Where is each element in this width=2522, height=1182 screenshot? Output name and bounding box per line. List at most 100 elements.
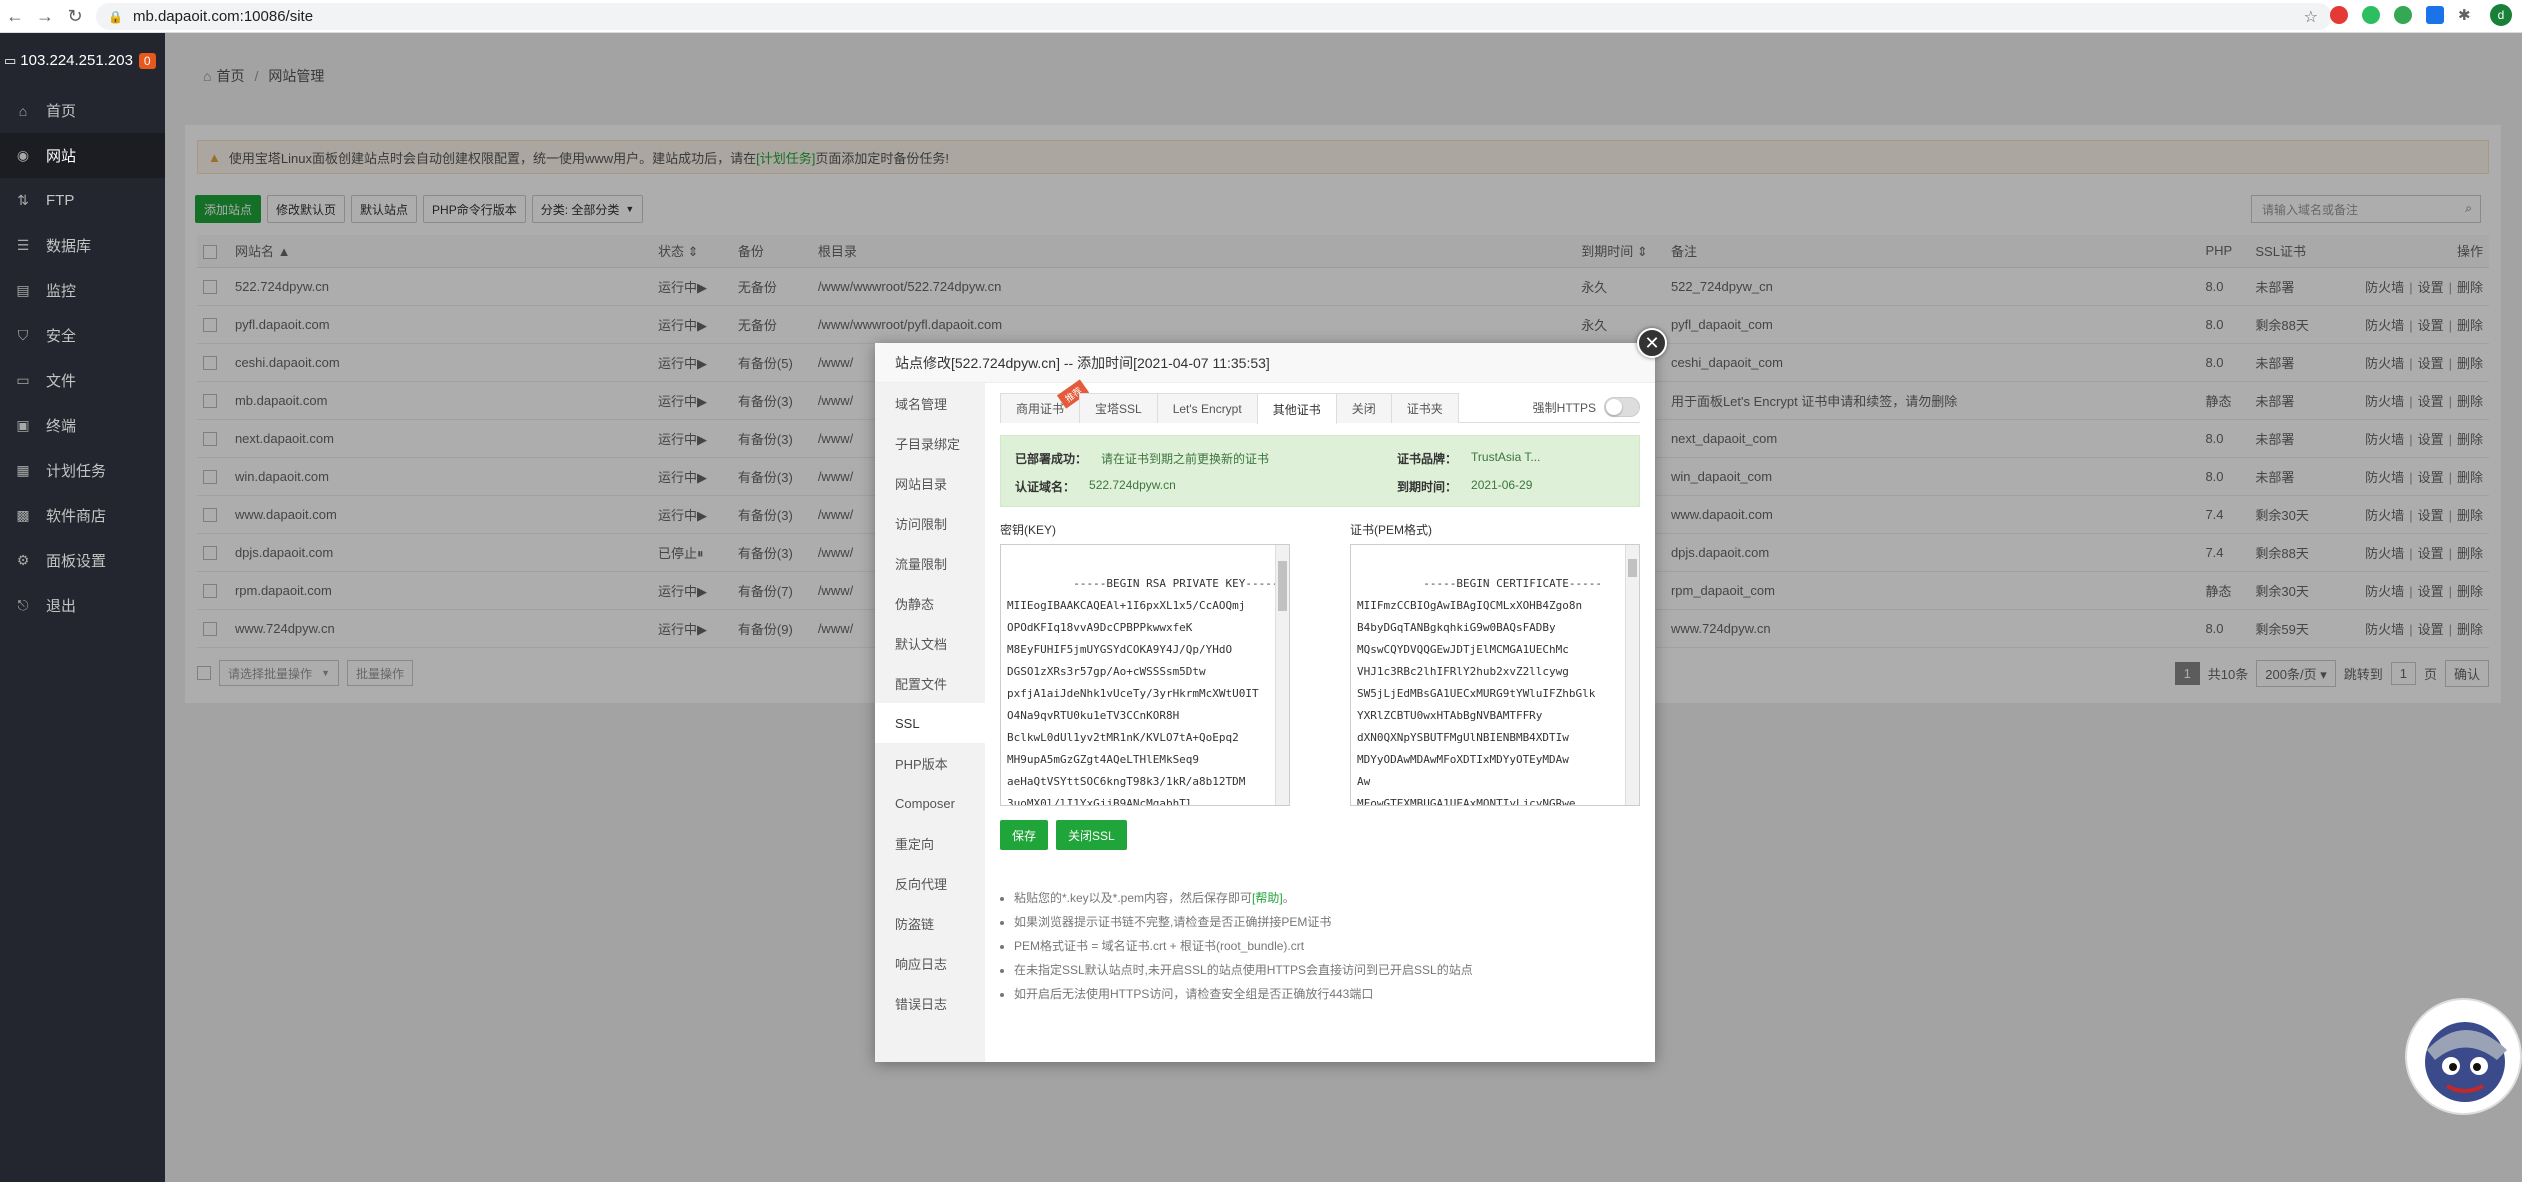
- sidebar-item-label: 网站: [46, 148, 77, 165]
- notification-badge[interactable]: 0: [138, 52, 156, 69]
- modal-nav-item-1[interactable]: 子目录绑定: [875, 423, 985, 463]
- cert-column: 证书(PEM格式) -----BEGIN CERTIFICATE----- MI…: [1350, 521, 1640, 806]
- ftp-icon: ⇅: [17, 192, 29, 208]
- scroll-thumb[interactable]: [1628, 559, 1637, 577]
- modal-nav-item-8[interactable]: SSL: [875, 703, 985, 743]
- ext-red-icon[interactable]: [2330, 6, 2348, 24]
- modal-title: 站点修改[522.724dpyw.cn] -- 添加时间[2021-04-07 …: [875, 343, 1655, 383]
- ssl-tab-label: 宝塔SSL: [1095, 402, 1142, 416]
- ssl-panel: 商用证书 推荐 宝塔SSL Let's Encrypt 其他证书 关闭 证书夹 强制HTTP…: [1000, 379, 1640, 1006]
- modal-nav: 域名管理 子目录绑定 网站目录 访问限制 流量限制 伪静态 默认文档 配置文件 SSL PHP版本…: [875, 383, 985, 1062]
- extensions-puzzle-icon[interactable]: ✱: [2458, 6, 2476, 24]
- modal-nav-item-13[interactable]: 防盗链: [875, 903, 985, 943]
- sidebar-item-label: FTP: [46, 192, 75, 209]
- modal-nav-item-7[interactable]: 配置文件: [875, 663, 985, 703]
- modal-nav-item-3[interactable]: 访问限制: [875, 503, 985, 543]
- deploy-status-label: 已部署成功：: [1015, 452, 1088, 466]
- modal-nav-item-2[interactable]: 网站目录: [875, 463, 985, 503]
- force-https-toggle[interactable]: [1604, 397, 1640, 417]
- sidebar-item-5[interactable]: ⛉ 安全: [0, 313, 165, 358]
- ssl-tabs: 商用证书 推荐 宝塔SSL Let's Encrypt 其他证书 关闭 证书夹 强制HTTP…: [1000, 379, 1640, 424]
- sidebar-item-0[interactable]: ⌂ 首页: [0, 88, 165, 133]
- ssl-tab-label: 证书夹: [1406, 402, 1443, 416]
- status-row-4: 到期时间： 2021-06-29: [1397, 478, 1532, 495]
- tip-item: 如果浏览器提示证书链不完整,请检查是否正确拼接PEM证书: [1014, 910, 1640, 934]
- ssl-tab-2[interactable]: Let's Encrypt: [1156, 393, 1258, 423]
- modal-nav-item-12[interactable]: 反向代理: [875, 863, 985, 903]
- reload-icon[interactable]: ↻: [60, 1, 90, 31]
- sidebar-item-7[interactable]: ▣ 终端: [0, 403, 165, 448]
- modal-nav-item-10[interactable]: Composer: [875, 783, 985, 823]
- modal-nav-item-5[interactable]: 伪静态: [875, 583, 985, 623]
- terminal-icon: ▣: [16, 417, 30, 433]
- sidebar-item-2[interactable]: ⇅ FTP: [0, 178, 165, 223]
- ssl-tab-5[interactable]: 证书夹: [1390, 393, 1459, 423]
- back-icon[interactable]: ←: [0, 1, 30, 31]
- sidebar-item-label: 软件商店: [46, 508, 107, 525]
- ssl-tab-3[interactable]: 其他证书: [1256, 393, 1337, 424]
- certificate-text: -----BEGIN CERTIFICATE----- MIIFmzCCBIOg…: [1357, 577, 1603, 806]
- bookmark-star-icon[interactable]: ☆: [2304, 7, 2318, 27]
- modal-nav-item-15[interactable]: 错误日志: [875, 983, 985, 1023]
- modal-nav-item-0[interactable]: 域名管理: [875, 383, 985, 423]
- tip-item: 如开启后无法使用HTTPS访问，请检查安全组是否正确放行443端口: [1014, 982, 1640, 1006]
- private-key-textarea[interactable]: -----BEGIN RSA PRIVATE KEY----- MIIEogIB…: [1000, 544, 1290, 806]
- tip-text: 如果浏览器提示证书链不完整,请检查是否正确拼接PEM证书: [1014, 915, 1332, 929]
- ssl-status-box: 已部署成功： 请在证书到期之前更换新的证书 认证域名： 522.724dpyw.…: [1000, 435, 1640, 507]
- domain-value: 522.724dpyw.cn: [1089, 478, 1176, 492]
- key-label: 密钥(KEY): [1000, 523, 1057, 537]
- ext-evernote-icon[interactable]: [2362, 6, 2380, 24]
- modal-nav-item-6[interactable]: 默认文档: [875, 623, 985, 663]
- toggle-knob: [1606, 399, 1622, 415]
- brand-label: 证书品牌：: [1397, 452, 1458, 466]
- sidebar: ▭ 103.224.251.203 0 ⌂ 首页 ◉ 网站 ⇅ FTP ☰ 数据库 ▤ 监控 ⛉ 安全…: [0, 33, 165, 1182]
- expiry-label: 到期时间：: [1397, 480, 1458, 494]
- tip-text: 如开启后无法使用HTTPS访问，请检查安全组是否正确放行443端口: [1014, 987, 1374, 1001]
- profile-avatar[interactable]: d: [2490, 4, 2512, 26]
- shield-icon: ⛉: [17, 327, 29, 343]
- calendar-icon: ▦: [16, 462, 30, 478]
- ssl-tab-4[interactable]: 关闭: [1335, 393, 1392, 423]
- mascot-avatar[interactable]: [2405, 998, 2522, 1115]
- modal-nav-item-4[interactable]: 流量限制: [875, 543, 985, 583]
- server-ip: 103.224.251.203: [20, 52, 133, 69]
- database-icon: ☰: [16, 237, 30, 253]
- sidebar-item-9[interactable]: ▩ 软件商店: [0, 493, 165, 538]
- sidebar-item-1[interactable]: ◉ 网站: [0, 133, 165, 178]
- brand-value: TrustAsia T...: [1471, 450, 1541, 464]
- logout-icon: ⎋: [17, 597, 29, 613]
- close-ssl-button[interactable]: 关闭SSL: [1056, 820, 1127, 850]
- save-button[interactable]: 保存: [1000, 820, 1049, 850]
- scroll-thumb[interactable]: [1278, 561, 1287, 611]
- forward-icon[interactable]: →: [30, 1, 60, 31]
- force-https: 强制HTTPS: [1533, 397, 1640, 417]
- sidebar-item-10[interactable]: ⚙ 面板设置: [0, 538, 165, 583]
- tip-item: PEM格式证书 = 域名证书.crt + 根证书(root_bundle).cr…: [1014, 934, 1640, 958]
- cert-scrollbar[interactable]: [1625, 545, 1639, 805]
- domain-label: 认证域名：: [1015, 480, 1076, 494]
- ext-blue-icon[interactable]: [2426, 6, 2444, 24]
- sidebar-item-8[interactable]: ▦ 计划任务: [0, 448, 165, 493]
- force-https-label: 强制HTTPS: [1532, 400, 1596, 415]
- address-bar[interactable]: 🔒 mb.dapaoit.com:10086/site ☆: [96, 3, 2332, 30]
- ssl-tab-label: 其他证书: [1272, 402, 1321, 417]
- expiry-value: 2021-06-29: [1471, 478, 1533, 492]
- ssl-tab-1[interactable]: 宝塔SSL: [1079, 393, 1158, 423]
- modal-nav-item-9[interactable]: PHP版本: [875, 743, 985, 783]
- sidebar-item-label: 安全: [46, 328, 77, 345]
- sidebar-item-6[interactable]: ▭ 文件: [0, 358, 165, 403]
- sidebar-item-4[interactable]: ▤ 监控: [0, 268, 165, 313]
- modal-nav-item-11[interactable]: 重定向: [875, 823, 985, 863]
- close-icon[interactable]: ✕: [1637, 328, 1667, 358]
- ssl-tab-label: 商用证书: [1016, 402, 1065, 416]
- sidebar-item-11[interactable]: ⎋ 退出: [0, 583, 165, 628]
- sidebar-item-3[interactable]: ☰ 数据库: [0, 223, 165, 268]
- ssl-tab-0[interactable]: 商用证书 推荐: [1000, 379, 1090, 423]
- modal-nav-item-14[interactable]: 响应日志: [875, 943, 985, 983]
- certificate-textarea[interactable]: -----BEGIN CERTIFICATE----- MIIFmzCCBIOg…: [1350, 544, 1640, 806]
- folder-icon: ▭: [16, 372, 30, 388]
- sidebar-item-label: 首页: [46, 103, 77, 120]
- ext-green-icon[interactable]: [2394, 6, 2412, 24]
- key-scrollbar[interactable]: [1275, 545, 1289, 805]
- help-link[interactable]: [帮助]: [1252, 891, 1283, 905]
